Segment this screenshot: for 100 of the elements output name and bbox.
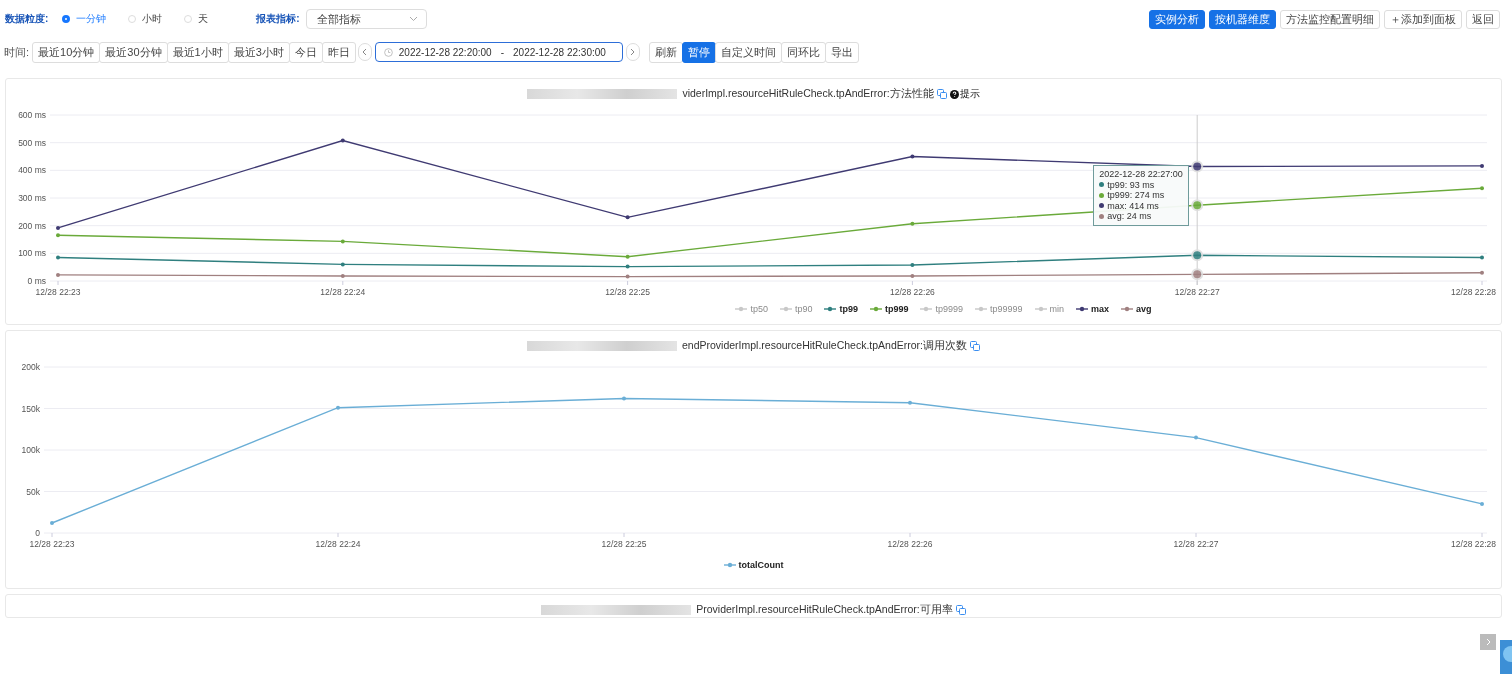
action-button[interactable]: 方法监控配置明细 bbox=[1280, 9, 1380, 29]
data-point bbox=[340, 262, 345, 267]
legend-item[interactable]: tp999 bbox=[869, 304, 909, 314]
legend-item[interactable]: totalCount bbox=[723, 560, 784, 570]
chart-title: viderImpl.resourceHitRuleCheck.tpAndError:方法性能 bbox=[682, 87, 934, 101]
x-tick-label: 12/28 22:24 bbox=[315, 539, 361, 549]
data-point bbox=[1480, 186, 1484, 191]
highlighted-point bbox=[1191, 249, 1204, 262]
y-tick-label: 50k bbox=[26, 486, 40, 497]
tooltip-row: tp999: 274 ms bbox=[1107, 190, 1165, 201]
date-range-field[interactable]: 2022-12-28 22:20:00 - 2022-12-28 22:30:00 bbox=[374, 42, 623, 62]
hint-text[interactable]: 提示 bbox=[959, 87, 980, 101]
data-point bbox=[625, 274, 630, 279]
data-point bbox=[1480, 255, 1484, 260]
data-point bbox=[336, 405, 340, 410]
refresh-toggle[interactable]: 刷新 bbox=[648, 41, 683, 63]
chevron-right-icon bbox=[1485, 638, 1491, 646]
copy-icon[interactable] bbox=[955, 605, 966, 615]
action-button[interactable]: ＋添加到面板 bbox=[1384, 9, 1462, 29]
data-point bbox=[910, 221, 915, 226]
y-tick-label: 0 bbox=[35, 528, 40, 538]
x-tick-label: 12/28 22:26 bbox=[887, 539, 933, 549]
legend-item[interactable]: tp50 bbox=[735, 304, 768, 314]
metric-label: 报表指标: bbox=[256, 12, 300, 26]
x-tick-label: 12/28 22:27 bbox=[1174, 287, 1220, 297]
data-point bbox=[56, 225, 60, 230]
x-tick-label: 12/28 22:23 bbox=[29, 539, 75, 549]
tooltip-title: 2022-12-28 22:27:00 bbox=[1099, 169, 1183, 180]
next-button[interactable] bbox=[625, 43, 640, 61]
time-preset-button[interactable]: 最近3小时 bbox=[227, 41, 290, 63]
data-point bbox=[625, 264, 630, 269]
legend-item[interactable]: min bbox=[1034, 304, 1065, 314]
time-label: 时间: bbox=[4, 44, 30, 60]
granularity-label: 数据粒度: bbox=[5, 12, 49, 26]
highlighted-point bbox=[1191, 268, 1204, 281]
x-tick-label: 12/28 22:28 bbox=[1451, 539, 1496, 549]
tool-button[interactable]: 导出 bbox=[824, 41, 859, 63]
tooltip-row: tp99: 93 ms bbox=[1107, 179, 1155, 190]
tooltip-row: avg: 24 ms bbox=[1107, 211, 1152, 222]
y-tick-label: 200 ms bbox=[18, 220, 46, 231]
data-point bbox=[50, 521, 54, 526]
y-tick-label: 100k bbox=[21, 445, 40, 455]
tool-button[interactable]: 同环比 bbox=[780, 41, 826, 63]
help-icon bbox=[949, 89, 959, 99]
data-point bbox=[1480, 501, 1484, 506]
range-separator: - bbox=[500, 46, 504, 58]
granularity-radio[interactable]: 一分钟 bbox=[62, 12, 107, 26]
refresh-toggle[interactable]: 暂停 bbox=[681, 41, 716, 63]
metric-select[interactable]: 全部指标 bbox=[305, 9, 427, 29]
previous-button[interactable] bbox=[357, 43, 372, 61]
data-point bbox=[340, 138, 345, 143]
data-point bbox=[910, 154, 915, 159]
legend-item[interactable]: tp99999 bbox=[975, 304, 1023, 314]
granularity-radio[interactable]: 小时 bbox=[128, 12, 163, 26]
y-tick-label: 300 ms bbox=[18, 193, 46, 203]
highlighted-point bbox=[1191, 160, 1204, 173]
y-tick-label: 500 ms bbox=[18, 137, 46, 148]
x-tick-label: 12/28 22:27 bbox=[1173, 539, 1219, 549]
data-point bbox=[56, 272, 60, 277]
chart-title: endProviderImpl.resourceHitRuleCheck.tpAndError:调用次数 bbox=[682, 339, 967, 353]
y-tick-label: 0 ms bbox=[27, 276, 46, 286]
chevron-down-icon bbox=[408, 16, 418, 22]
tool-button[interactable]: 自定义时间 bbox=[714, 41, 782, 63]
data-point bbox=[910, 274, 915, 278]
granularity-radio[interactable]: 天 bbox=[184, 12, 209, 26]
x-tick-label: 12/28 22:28 bbox=[1451, 287, 1496, 297]
y-tick-label: 600 ms bbox=[18, 110, 46, 120]
y-tick-label: 200k bbox=[21, 362, 40, 372]
y-tick-label: 100 ms bbox=[18, 248, 46, 259]
time-preset-button[interactable]: 最近10分钟 bbox=[32, 41, 101, 63]
assistant-icon[interactable] bbox=[1500, 640, 1512, 674]
chevron-right-icon bbox=[630, 48, 636, 56]
action-button[interactable]: 实例分析 bbox=[1149, 9, 1205, 29]
action-button[interactable]: 返回 bbox=[1466, 9, 1500, 29]
x-tick-label: 12/28 22:26 bbox=[889, 287, 935, 297]
legend-item[interactable]: tp9999 bbox=[920, 304, 963, 314]
tooltip-row: max: 414 ms bbox=[1107, 200, 1159, 211]
data-point bbox=[622, 396, 626, 401]
collapse-button[interactable] bbox=[1480, 634, 1496, 650]
data-point bbox=[1480, 270, 1484, 275]
time-preset-button[interactable]: 昨日 bbox=[321, 41, 356, 63]
legend-item[interactable]: tp90 bbox=[779, 304, 813, 314]
start-date: 2022-12-28 22:20:00 bbox=[398, 46, 492, 58]
x-tick-label: 12/28 22:24 bbox=[320, 287, 366, 297]
x-tick-label: 12/28 22:25 bbox=[605, 287, 651, 297]
data-point bbox=[340, 239, 345, 244]
action-button[interactable]: 按机器维度 bbox=[1209, 9, 1276, 29]
data-point bbox=[56, 255, 60, 260]
time-preset-button[interactable]: 今日 bbox=[288, 41, 323, 63]
copy-icon[interactable] bbox=[970, 341, 980, 351]
legend-item[interactable]: tp99 bbox=[824, 304, 858, 314]
legend-item[interactable]: avg bbox=[1121, 304, 1152, 314]
x-tick-label: 12/28 22:25 bbox=[601, 539, 647, 549]
x-tick-label: 12/28 22:23 bbox=[35, 287, 81, 297]
time-preset-button[interactable]: 最近1小时 bbox=[166, 41, 229, 63]
legend-item[interactable]: max bbox=[1076, 304, 1110, 314]
y-tick-label: 400 ms bbox=[18, 165, 46, 176]
copy-icon[interactable] bbox=[936, 89, 947, 99]
time-preset-button[interactable]: 最近30分钟 bbox=[99, 41, 168, 63]
data-point bbox=[625, 254, 630, 259]
